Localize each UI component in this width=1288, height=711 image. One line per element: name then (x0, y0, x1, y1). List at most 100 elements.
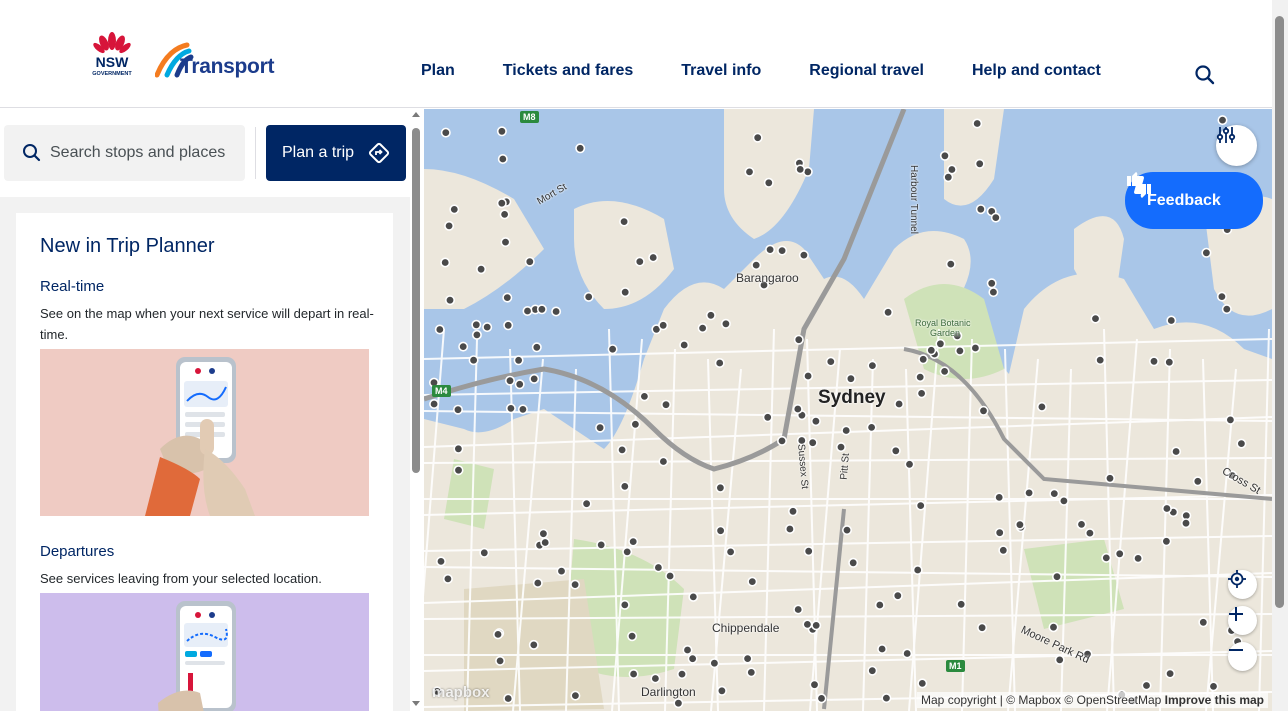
stop-marker[interactable] (918, 354, 929, 365)
stop-marker[interactable] (658, 320, 669, 331)
stop-marker[interactable] (497, 153, 508, 164)
stop-marker[interactable] (1161, 536, 1172, 547)
stop-marker[interactable] (628, 536, 639, 547)
stop-marker[interactable] (677, 669, 688, 680)
stop-marker[interactable] (697, 323, 708, 334)
map-view[interactable]: Sydney Barangaroo Chippendale Darlington… (424, 109, 1272, 711)
stop-marker[interactable] (650, 673, 661, 684)
stop-marker[interactable] (751, 260, 762, 271)
stop-marker[interactable] (747, 576, 758, 587)
stop-marker[interactable] (939, 366, 950, 377)
stop-marker[interactable] (709, 658, 720, 669)
stop-marker[interactable] (1236, 438, 1247, 449)
mapbox-attribution-link[interactable]: © Mapbox (1006, 693, 1061, 707)
stop-marker[interactable] (1058, 495, 1069, 506)
stop-marker[interactable] (1216, 291, 1227, 302)
stop-marker[interactable] (835, 442, 846, 453)
stop-marker[interactable] (570, 579, 581, 590)
stop-marker[interactable] (787, 506, 798, 517)
zoom-in-button[interactable] (1228, 606, 1257, 635)
stop-marker[interactable] (499, 209, 510, 220)
map-filter-button[interactable] (1216, 125, 1257, 166)
stop-marker[interactable] (867, 360, 878, 371)
stop-marker[interactable] (596, 539, 607, 550)
stop-marker[interactable] (575, 143, 586, 154)
stop-marker[interactable] (744, 166, 755, 177)
stop-marker[interactable] (556, 566, 567, 577)
stop-marker[interactable] (1201, 247, 1212, 258)
stop-marker[interactable] (682, 644, 693, 655)
stop-marker[interactable] (714, 358, 725, 369)
stop-marker[interactable] (1171, 446, 1182, 457)
stop-marker[interactable] (503, 320, 514, 331)
stop-marker[interactable] (915, 500, 926, 511)
stop-marker[interactable] (798, 250, 809, 261)
stop-marker[interactable] (653, 562, 664, 573)
stop-marker[interactable] (792, 403, 803, 414)
stop-marker[interactable] (514, 379, 525, 390)
stop-marker[interactable] (442, 573, 453, 584)
improve-map-link[interactable]: Improve this map (1165, 693, 1264, 707)
stop-marker[interactable] (978, 405, 989, 416)
stop-marker[interactable] (661, 399, 672, 410)
stop-marker[interactable] (617, 444, 628, 455)
stop-marker[interactable] (620, 287, 631, 298)
stop-marker[interactable] (513, 355, 524, 366)
stop-marker[interactable] (1165, 668, 1176, 679)
page-scroll-thumb[interactable] (1275, 16, 1284, 608)
feedback-button[interactable]: Feedback (1125, 172, 1263, 229)
nav-travel-info[interactable]: Travel info (681, 62, 761, 80)
stop-marker[interactable] (841, 425, 852, 436)
stop-marker[interactable] (716, 685, 727, 696)
stop-marker[interactable] (627, 631, 638, 642)
stop-marker[interactable] (811, 620, 822, 631)
stop-marker[interactable] (522, 306, 533, 317)
stop-marker[interactable] (529, 373, 540, 384)
stop-marker[interactable] (440, 257, 451, 268)
stop-marker[interactable] (1090, 313, 1101, 324)
stop-marker[interactable] (628, 668, 639, 679)
stop-marker[interactable] (912, 564, 923, 575)
stop-marker[interactable] (500, 237, 511, 248)
stop-marker[interactable] (845, 373, 856, 384)
stop-marker[interactable] (1198, 617, 1209, 628)
stop-marker[interactable] (1114, 548, 1125, 559)
stop-marker[interactable] (977, 622, 988, 633)
stop-marker[interactable] (763, 177, 774, 188)
stop-marker[interactable] (762, 412, 773, 423)
stop-marker[interactable] (988, 287, 999, 298)
stop-marker[interactable] (986, 278, 997, 289)
stop-marker[interactable] (538, 528, 549, 539)
stop-marker[interactable] (1180, 518, 1191, 529)
stop-marker[interactable] (943, 172, 954, 183)
scroll-down-icon[interactable] (412, 701, 420, 706)
stop-marker[interactable] (926, 345, 937, 356)
stop-marker[interactable] (452, 404, 463, 415)
stop-marker[interactable] (915, 372, 926, 383)
stop-marker[interactable] (1148, 356, 1159, 367)
stop-marker[interactable] (990, 212, 1001, 223)
stop-marker[interactable] (453, 465, 464, 476)
stop-marker[interactable] (532, 577, 543, 588)
stop-marker[interactable] (809, 679, 820, 690)
stop-marker[interactable] (495, 655, 506, 666)
stop-marker[interactable] (752, 132, 763, 143)
stop-marker[interactable] (881, 693, 892, 704)
search-icon[interactable] (1194, 64, 1216, 86)
stop-marker[interactable] (471, 319, 482, 330)
stop-marker[interactable] (793, 604, 804, 615)
stop-marker[interactable] (917, 678, 928, 689)
stop-marker[interactable] (687, 653, 698, 664)
stop-marker[interactable] (434, 324, 445, 335)
stop-marker[interactable] (595, 422, 606, 433)
nav-tickets-and-fares[interactable]: Tickets and fares (503, 62, 633, 80)
stop-marker[interactable] (892, 590, 903, 601)
stop-marker[interactable] (458, 341, 469, 352)
stop-marker[interactable] (1101, 552, 1112, 563)
zoom-out-button[interactable] (1228, 642, 1257, 671)
stop-marker[interactable] (449, 204, 460, 215)
stop-marker[interactable] (524, 256, 535, 267)
stop-marker[interactable] (453, 443, 464, 454)
stop-marker[interactable] (468, 355, 479, 366)
stop-marker[interactable] (883, 307, 894, 318)
